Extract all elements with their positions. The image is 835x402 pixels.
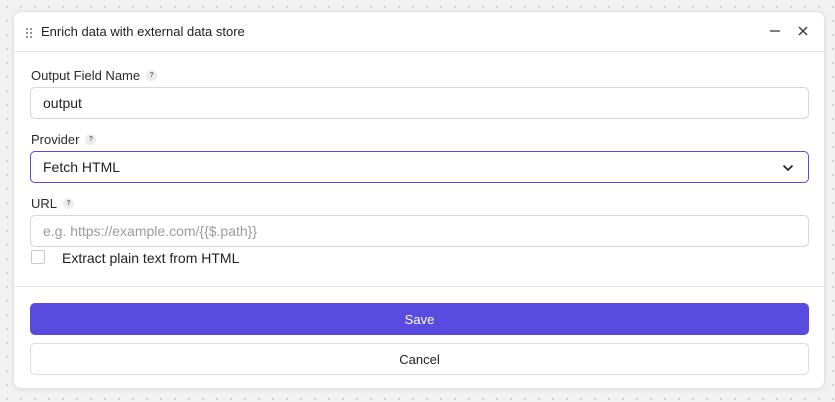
cancel-button[interactable]: Cancel	[30, 343, 809, 375]
provider-select[interactable]: Fetch HTML	[30, 151, 809, 183]
help-icon[interactable]: ?	[63, 198, 75, 209]
output-field-input[interactable]	[30, 87, 809, 119]
url-input[interactable]	[30, 215, 809, 247]
minus-icon	[770, 30, 780, 32]
close-icon	[798, 26, 808, 36]
extract-plain-text-label: Extract plain text from HTML	[62, 250, 240, 266]
footer-divider	[14, 286, 824, 287]
url-label: URL ?	[31, 196, 75, 211]
help-icon[interactable]: ?	[85, 134, 97, 145]
minimize-button[interactable]	[767, 23, 783, 39]
url-label-text: URL	[31, 196, 58, 211]
provider-selected-value: Fetch HTML	[43, 159, 121, 175]
dialog-title: Enrich data with external data store	[41, 24, 245, 39]
enrich-dialog: Enrich data with external data store Out…	[13, 11, 825, 389]
chevron-down-icon	[782, 161, 794, 177]
provider-label-text: Provider	[31, 132, 80, 147]
output-field-label-text: Output Field Name	[31, 68, 141, 83]
drag-handle-icon[interactable]	[25, 26, 33, 39]
help-icon[interactable]: ?	[146, 70, 158, 81]
close-button[interactable]	[795, 23, 811, 39]
save-button[interactable]: Save	[30, 303, 809, 335]
extract-plain-text-checkbox[interactable]	[31, 250, 45, 264]
output-field-label: Output Field Name ?	[31, 68, 158, 83]
provider-label: Provider ?	[31, 132, 97, 147]
dialog-header: Enrich data with external data store	[14, 12, 824, 52]
